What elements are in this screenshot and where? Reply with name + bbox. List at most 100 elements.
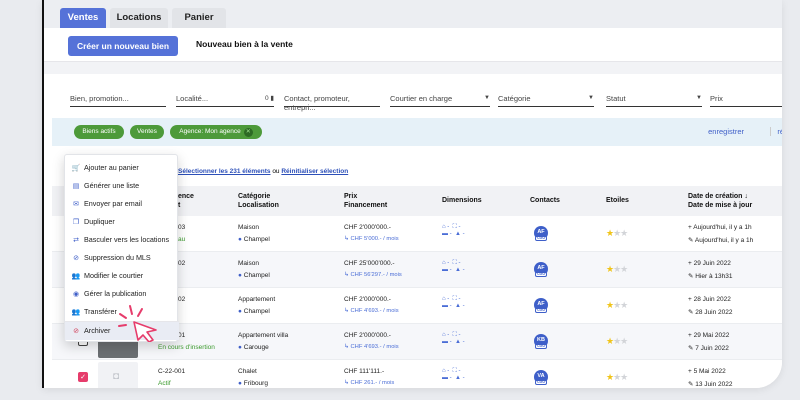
archive-icon: ⊘ xyxy=(73,328,79,335)
copy-icon: ❐ xyxy=(72,219,80,226)
row-price: CHF 2'000'000.- xyxy=(344,296,391,303)
avatar[interactable]: AF CGU xyxy=(534,298,548,313)
star-rating[interactable]: ★★★ xyxy=(606,336,628,347)
location-pin-icon: ● xyxy=(238,308,242,315)
row-category: Maison xyxy=(238,260,259,267)
row-price: CHF 2'000'000.- xyxy=(344,224,391,231)
header-stars[interactable]: Etoiles xyxy=(606,196,629,205)
list-icon: ▤ xyxy=(72,183,80,190)
avatar[interactable]: KB CGU xyxy=(534,334,548,349)
menu-item-add-to-cart[interactable]: 🛒 Ajouter au panier xyxy=(65,159,179,177)
tab-ventes[interactable]: Ventes xyxy=(60,8,106,28)
star-rating[interactable]: ★★★ xyxy=(606,372,628,383)
avatar[interactable]: AF CGU xyxy=(534,262,548,277)
menu-item-duplicate[interactable]: ❐ Dupliquer xyxy=(65,213,179,231)
row-financing: ↳ CHF 261.- / mois xyxy=(344,380,395,386)
row-financing: ↳ CHF 4'693.- / mois xyxy=(344,308,399,314)
create-property-button[interactable]: Créer un nouveau bien xyxy=(68,36,178,56)
filter-bar: Bien, promotion... Localité... 0 ▮ Contac… xyxy=(44,74,782,116)
chip-agency[interactable]: Agence: Mon agence ✕ xyxy=(170,125,262,139)
row-reference: 03 xyxy=(178,224,186,231)
switch-icon: ⇄ xyxy=(73,237,79,244)
menu-item-switch-to-rentals[interactable]: ⇄ Basculer vers les locations xyxy=(65,231,179,249)
row-created: + 28 Juin 2022 xyxy=(688,296,731,303)
location-pin-icon: ● xyxy=(238,272,242,279)
row-reference: 02 xyxy=(178,296,186,303)
transfer-icon: 👥 xyxy=(71,309,81,316)
row-reference: 01 xyxy=(178,332,186,339)
broker-select[interactable]: Courtier en charge ▼ xyxy=(390,94,490,107)
camera-icon: ◘ xyxy=(113,371,120,382)
tab-panier[interactable]: Panier xyxy=(172,8,226,28)
row-price: CHF 2'000'000.- xyxy=(344,332,391,339)
property-thumbnail[interactable]: ◘ xyxy=(98,362,138,388)
chip-active-properties[interactable]: Biens actifs xyxy=(74,125,124,139)
page-subtitle: Nouveau bien à la vente xyxy=(196,39,293,49)
row-financing: ↳ CHF 5'000.- / mois xyxy=(344,236,399,242)
row-updated: ✎ Aujourd'hui, il y a 1h xyxy=(688,237,754,244)
header-category[interactable]: Catégorie Localisation xyxy=(238,192,279,210)
row-created: + 29 Juin 2022 xyxy=(688,260,731,267)
dimensions-icons: ⌂ - ⛶ - ▬ - ▲ - xyxy=(442,296,465,309)
avatar[interactable]: AF CGU xyxy=(534,226,548,241)
location-pin-icon: ● xyxy=(238,344,242,351)
row-location: ● Carouge xyxy=(238,344,269,351)
contact-input[interactable]: Contact, promoteur, entrepri... xyxy=(284,94,380,112)
dimensions-icons: ⌂ - ⛶ - ▬ - ▲ - xyxy=(442,332,465,345)
row-category: Appartement villa xyxy=(238,332,289,339)
location-pin-icon: ● xyxy=(238,236,242,243)
active-filters-bar: Biens actifs Ventes Agence: Mon agence ✕ … xyxy=(52,118,782,146)
header-reference[interactable]: ence t xyxy=(178,192,194,210)
save-filters-link[interactable]: enregistrer xyxy=(708,127,744,136)
row-created: + 5 Mai 2022 xyxy=(688,368,726,375)
table-row[interactable]: ✓ ◘ C-22-001 Actif Chalet ● Fribourg CHF… xyxy=(52,360,782,388)
rss-icon: ◉ xyxy=(72,291,80,298)
menu-item-remove-mls[interactable]: ⊘ Suppression du MLS xyxy=(65,249,179,267)
click-cursor-icon xyxy=(118,305,157,342)
row-status: au xyxy=(178,236,186,243)
row-updated: ✎ 13 Juin 2022 xyxy=(688,381,733,388)
header-dimensions: Dimensions xyxy=(442,197,482,204)
category-select[interactable]: Catégorie ▼ xyxy=(498,94,594,107)
dimensions-icons: ⌂ - ⛶ - ▬ - ▲ - xyxy=(442,260,465,273)
menu-item-change-broker[interactable]: 👥 Modifier le courtier xyxy=(65,267,179,285)
dimensions-icons: ⌂ - ⛶ - ▬ - ▲ - xyxy=(442,224,465,237)
tab-bar: Ventes Locations Panier xyxy=(44,0,782,28)
dimensions-icons: ⌂ - ⛶ - ▬ - ▲ - xyxy=(442,368,465,381)
row-updated: ✎ 28 Juin 2022 xyxy=(688,309,733,316)
row-price: CHF 111'111.- xyxy=(344,368,385,375)
row-created: + Aujourd'hui, il y a 1h xyxy=(688,224,752,231)
row-location: ● Champel xyxy=(238,236,270,243)
spacer xyxy=(44,62,782,74)
star-rating[interactable]: ★★★ xyxy=(606,228,628,239)
header-price[interactable]: Prix Financement xyxy=(344,192,387,210)
users-icon: 👥 xyxy=(71,273,81,280)
row-created: + 29 Mai 2022 xyxy=(688,332,730,339)
star-rating[interactable]: ★★★ xyxy=(606,300,628,311)
select-all-link[interactable]: Sélectionner les 231 éléments xyxy=(178,168,271,175)
header-contacts: Contacts xyxy=(530,197,560,204)
remove-chip-icon[interactable]: ✕ xyxy=(243,128,253,137)
row-category: Chalet xyxy=(238,368,257,375)
chevron-down-icon: ▼ xyxy=(696,95,702,101)
search-input[interactable]: Bien, promotion... xyxy=(70,94,166,107)
row-financing: ↳ CHF 56'297.- / mois xyxy=(344,272,402,278)
or-text: ou xyxy=(272,168,280,175)
chip-sales[interactable]: Ventes xyxy=(130,125,164,139)
status-select[interactable]: Statut ▼ xyxy=(606,94,702,107)
row-updated: ✎ Hier à 13h31 xyxy=(688,273,733,280)
row-status: Actif xyxy=(158,380,171,387)
reset-selection-link[interactable]: Réinitialiser sélection xyxy=(281,168,348,175)
row-updated: ✎ 7 Juin 2022 xyxy=(688,345,729,352)
row-checkbox[interactable]: ✓ xyxy=(78,372,88,382)
menu-item-send-email[interactable]: ✉ Envoyer par email xyxy=(65,195,179,213)
avatar[interactable]: VA CGU xyxy=(534,370,548,385)
header-dates[interactable]: Date de création ↓ Date de mise à jour xyxy=(688,192,752,210)
star-rating[interactable]: ★★★ xyxy=(606,264,628,275)
price-filter[interactable]: Prix xyxy=(710,94,782,107)
menu-item-generate-list[interactable]: ▤ Générer une liste xyxy=(65,177,179,195)
tab-locations[interactable]: Locations xyxy=(110,8,168,28)
location-input[interactable]: Localité... 0 ▮ xyxy=(176,94,274,107)
row-status: En cours d'insertion xyxy=(158,344,215,351)
reset-filters-link[interactable]: ré xyxy=(770,127,782,136)
